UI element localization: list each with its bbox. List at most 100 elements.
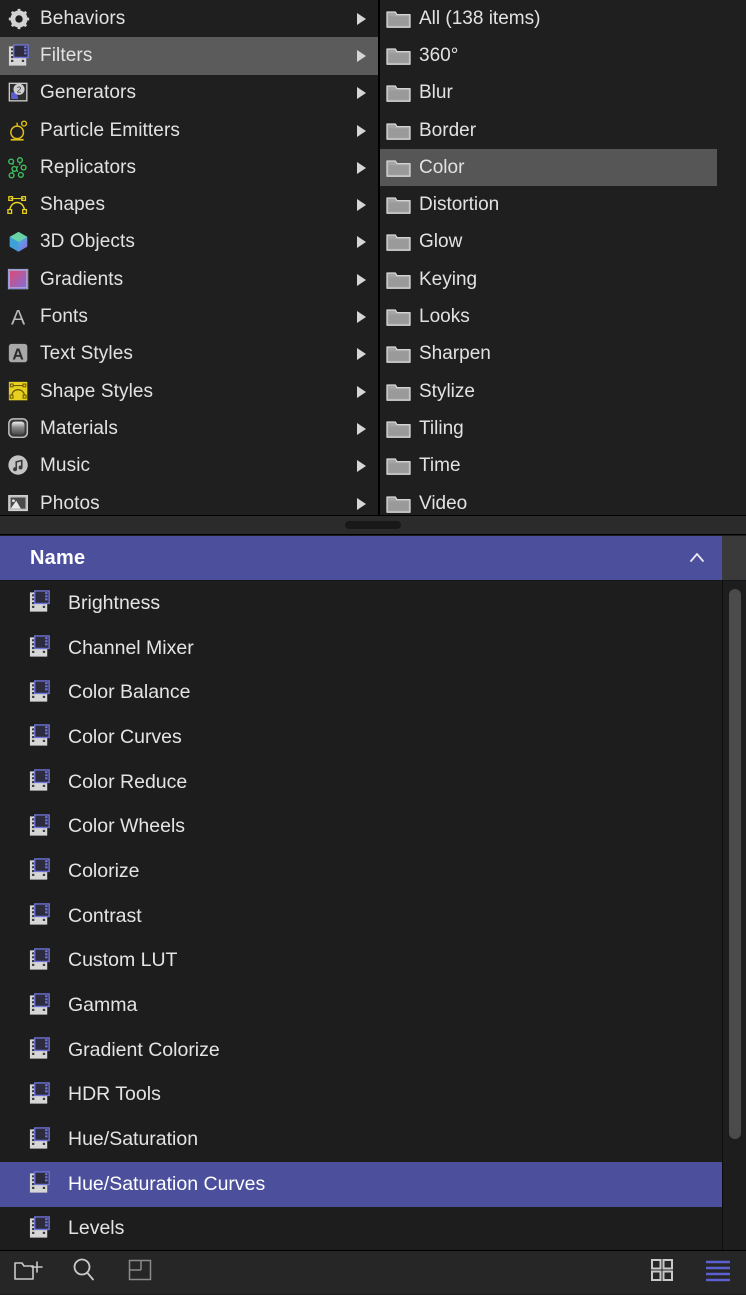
- list-item-label: Custom LUT: [68, 949, 177, 972]
- category-item-materials[interactable]: Materials: [0, 410, 378, 447]
- folder-item-time[interactable]: Time: [378, 448, 717, 485]
- folder-item-360[interactable]: 360°: [378, 37, 717, 74]
- submenu-arrow-icon[interactable]: [357, 87, 366, 99]
- material-sphere-icon: [6, 416, 32, 442]
- filter-list[interactable]: BrightnessChannel Mixer Color Balance Colo…: [0, 581, 746, 1250]
- folder-item-all-138-items[interactable]: All (138 items): [378, 0, 717, 37]
- category-item-3d-objects[interactable]: 3D Objects: [0, 224, 378, 261]
- folder-icon: [386, 46, 411, 66]
- filmstrip-filter-icon: [28, 634, 54, 662]
- submenu-arrow-icon[interactable]: [357, 386, 366, 398]
- folder-item-blur[interactable]: Blur: [378, 75, 717, 112]
- submenu-arrow-icon[interactable]: [357, 162, 366, 174]
- list-item-label: Contrast: [68, 905, 142, 928]
- list-item[interactable]: Color Wheels: [0, 804, 746, 849]
- submenu-arrow-icon[interactable]: [357, 236, 366, 248]
- filmstrip-filter-icon: [6, 43, 32, 69]
- category-item-shape-styles[interactable]: Shape Styles: [0, 373, 378, 410]
- search-button[interactable]: [56, 1251, 112, 1295]
- folder-icon: [386, 456, 411, 476]
- panel-toggle-button[interactable]: [112, 1251, 168, 1295]
- list-item[interactable]: Levels: [0, 1207, 746, 1250]
- submenu-arrow-icon[interactable]: [357, 348, 366, 360]
- category-item-music[interactable]: Music: [0, 448, 378, 485]
- category-item-behaviors[interactable]: Behaviors: [0, 0, 378, 37]
- horizontal-splitter[interactable]: [0, 515, 746, 535]
- category-item-filters[interactable]: Filters: [0, 37, 378, 74]
- submenu-arrow-icon[interactable]: [357, 498, 366, 510]
- folder-item-glow[interactable]: Glow: [378, 224, 717, 261]
- replicator-icon: [6, 155, 32, 181]
- folder-item-sharpen[interactable]: Sharpen: [378, 336, 717, 373]
- list-item[interactable]: Hue/Saturation: [0, 1117, 746, 1162]
- category-column[interactable]: Behaviors Filters 2GeneratorsParticle Emit…: [0, 0, 378, 515]
- folder-item-stylize[interactable]: Stylize: [378, 373, 717, 410]
- category-item-replicators[interactable]: Replicators: [0, 149, 378, 186]
- list-item[interactable]: Color Reduce: [0, 760, 746, 805]
- folder-item-video[interactable]: Video: [378, 485, 717, 515]
- category-item-photos[interactable]: Photos: [0, 485, 378, 515]
- list-item-label: Color Curves: [68, 726, 182, 749]
- list-item[interactable]: Brightness: [0, 581, 746, 626]
- submenu-arrow-icon[interactable]: [357, 13, 366, 25]
- grid-view-icon: [648, 1256, 676, 1289]
- svg-text:A: A: [11, 306, 26, 329]
- folder-item-looks[interactable]: Looks: [378, 298, 717, 335]
- folder-item-tiling[interactable]: Tiling: [378, 410, 717, 447]
- submenu-arrow-icon[interactable]: [357, 311, 366, 323]
- submenu-arrow-icon[interactable]: [357, 125, 366, 137]
- new-folder-button[interactable]: [0, 1251, 56, 1295]
- list-item[interactable]: Gradient Colorize: [0, 1028, 746, 1073]
- list-item[interactable]: Hue/Saturation Curves: [0, 1162, 746, 1207]
- submenu-arrow-icon[interactable]: [357, 50, 366, 62]
- chevron-up-icon[interactable]: [688, 549, 706, 572]
- splitter-handle[interactable]: [345, 521, 401, 529]
- category-item-label: Gradients: [40, 269, 123, 291]
- list-item[interactable]: Channel Mixer: [0, 626, 746, 671]
- category-item-label: Materials: [40, 418, 118, 440]
- submenu-arrow-icon[interactable]: [357, 460, 366, 472]
- column-divider: [378, 0, 380, 515]
- category-item-label: Filters: [40, 45, 92, 67]
- list-item-label: Hue/Saturation: [68, 1128, 198, 1151]
- category-item-label: Fonts: [40, 306, 88, 328]
- svg-text:2: 2: [17, 85, 22, 95]
- folder-icon: [386, 9, 411, 29]
- category-item-gradients[interactable]: Gradients: [0, 261, 378, 298]
- category-item-particle-emitters[interactable]: Particle Emitters: [0, 112, 378, 149]
- folder-item-color[interactable]: Color: [378, 149, 717, 186]
- folder-item-distortion[interactable]: Distortion: [378, 186, 717, 223]
- folder-item-border[interactable]: Border: [378, 112, 717, 149]
- folder-item-keying[interactable]: Keying: [378, 261, 717, 298]
- category-item-text-styles[interactable]: AText Styles: [0, 336, 378, 373]
- list-item[interactable]: Contrast: [0, 894, 746, 939]
- list-item[interactable]: Color Balance: [0, 670, 746, 715]
- submenu-arrow-icon[interactable]: [357, 423, 366, 435]
- list-item-label: Color Balance: [68, 681, 190, 704]
- grid-view-button[interactable]: [634, 1251, 690, 1295]
- category-item-fonts[interactable]: A Fonts: [0, 298, 378, 335]
- shape-style-icon: [6, 379, 32, 405]
- list-scrollbar[interactable]: [722, 581, 746, 1250]
- list-item[interactable]: HDR Tools: [0, 1073, 746, 1118]
- submenu-arrow-icon[interactable]: [357, 199, 366, 211]
- list-column-header[interactable]: Name: [0, 536, 722, 581]
- filmstrip-filter-icon: [28, 1126, 54, 1154]
- category-item-label: 3D Objects: [40, 231, 135, 253]
- submenu-arrow-icon[interactable]: [357, 274, 366, 286]
- category-item-generators[interactable]: 2Generators: [0, 75, 378, 112]
- filmstrip-filter-icon: [28, 1081, 54, 1109]
- category-item-shapes[interactable]: Shapes: [0, 186, 378, 223]
- list-view-button[interactable]: [690, 1251, 746, 1295]
- list-item[interactable]: Custom LUT: [0, 939, 746, 984]
- list-item[interactable]: Colorize: [0, 849, 746, 894]
- list-item[interactable]: Gamma: [0, 983, 746, 1028]
- folder-column[interactable]: All (138 items)360°Blur Border ColorDistor…: [378, 0, 746, 515]
- list-item[interactable]: Color Curves: [0, 715, 746, 760]
- panel-layout-icon: [127, 1257, 153, 1288]
- bottom-toolbar: [0, 1250, 746, 1294]
- shape-bezier-icon: [6, 192, 32, 218]
- list-scrollbar-thumb[interactable]: [729, 589, 741, 1139]
- folder-item-label: Border: [419, 120, 476, 142]
- filmstrip-filter-icon: [28, 1170, 54, 1198]
